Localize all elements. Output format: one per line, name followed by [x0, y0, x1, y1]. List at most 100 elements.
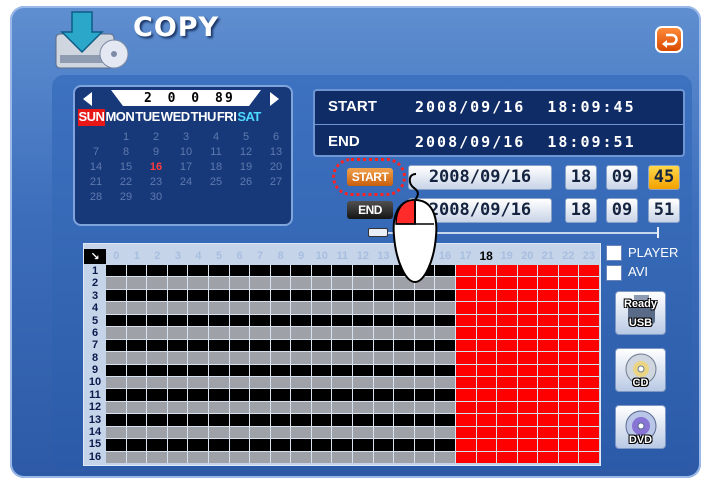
hour-label[interactable]: 2 [147, 249, 168, 264]
grid-cell[interactable] [414, 426, 435, 439]
grid-cell[interactable] [394, 401, 414, 414]
grid-cell[interactable] [167, 289, 188, 302]
grid-cell[interactable] [394, 302, 414, 314]
grid-cell[interactable] [394, 327, 414, 339]
grid-cell[interactable] [558, 401, 579, 414]
grid-cell[interactable] [311, 439, 332, 451]
hour-label[interactable]: 8 [270, 249, 291, 264]
grid-cell[interactable] [579, 376, 599, 389]
grid-cell[interactable] [291, 265, 311, 277]
grid-cell[interactable] [538, 414, 558, 426]
grid-cell[interactable] [517, 352, 538, 364]
grid-cell[interactable] [291, 289, 311, 302]
grid-cell[interactable] [579, 352, 599, 364]
grid-cell[interactable] [435, 389, 455, 401]
grid-cell[interactable] [579, 439, 599, 451]
grid-cell[interactable] [579, 277, 599, 289]
grid-cell[interactable] [455, 389, 476, 401]
grid-cell[interactable] [497, 265, 517, 277]
channel-label[interactable]: 2 [84, 277, 106, 289]
calendar-day[interactable]: 30 [141, 191, 171, 206]
grid-cell[interactable] [476, 401, 497, 414]
back-button[interactable] [655, 26, 683, 53]
grid-cell[interactable] [476, 414, 497, 426]
grid-cell[interactable] [497, 426, 517, 439]
grid-cell[interactable] [517, 376, 538, 389]
grid-cell[interactable] [476, 327, 497, 339]
grid-cell[interactable] [435, 302, 455, 314]
hour-label[interactable]: 23 [579, 249, 600, 264]
grid-cell[interactable] [373, 401, 394, 414]
grid-cell[interactable] [229, 414, 250, 426]
grid-cell[interactable] [538, 352, 558, 364]
grid-cell[interactable] [208, 376, 229, 389]
grid-cell[interactable] [147, 289, 167, 302]
grid-cell[interactable] [250, 265, 270, 277]
grid-cell[interactable] [332, 439, 352, 451]
grid-cell[interactable] [332, 289, 352, 302]
channel-label[interactable]: 4 [84, 302, 106, 314]
grid-cell[interactable] [497, 339, 517, 352]
grid-cell[interactable] [147, 352, 167, 364]
grid-cell[interactable] [373, 376, 394, 389]
grid-cell[interactable] [558, 339, 579, 352]
grid-cell[interactable] [435, 352, 455, 364]
channel-label[interactable]: 7 [84, 339, 106, 351]
grid-cell[interactable] [229, 339, 250, 352]
grid-cell[interactable] [188, 352, 208, 364]
grid-cell[interactable] [291, 389, 311, 401]
grid-cell[interactable] [517, 314, 538, 327]
grid-cell[interactable] [373, 352, 394, 364]
grid-cell[interactable] [414, 339, 435, 352]
channel-label[interactable]: 10 [84, 376, 106, 388]
hour-label[interactable]: 3 [168, 249, 189, 264]
grid-cell[interactable] [188, 401, 208, 414]
grid-cell[interactable] [188, 302, 208, 314]
grid-cell[interactable] [229, 389, 250, 401]
grid-cell[interactable] [476, 302, 497, 314]
calendar-day[interactable]: 10 [171, 146, 201, 161]
grid-cell[interactable] [332, 389, 352, 401]
grid-cell[interactable] [497, 451, 517, 463]
grid-cell[interactable] [291, 277, 311, 289]
grid-cell[interactable] [250, 339, 270, 352]
grid-cell[interactable] [373, 364, 394, 376]
grid-cell[interactable] [208, 327, 229, 339]
grid-cell[interactable] [414, 352, 435, 364]
grid-cell[interactable] [414, 289, 435, 302]
grid-cell[interactable] [229, 352, 250, 364]
grid-cell[interactable] [270, 401, 291, 414]
grid-cell[interactable] [106, 364, 126, 376]
grid-cell[interactable] [208, 389, 229, 401]
end-minute-field[interactable]: 09 [606, 198, 638, 223]
grid-cell[interactable] [147, 451, 167, 463]
grid-cell[interactable] [311, 302, 332, 314]
grid-cell[interactable] [188, 389, 208, 401]
grid-cell[interactable] [188, 451, 208, 463]
channel-label[interactable]: 16 [84, 451, 106, 463]
grid-cell[interactable] [414, 451, 435, 463]
grid-cell[interactable] [126, 327, 147, 339]
grid-cell[interactable] [414, 401, 435, 414]
grid-cell[interactable] [538, 277, 558, 289]
calendar-day[interactable]: 21 [81, 176, 111, 191]
grid-cell[interactable] [579, 302, 599, 314]
grid-cell[interactable] [538, 389, 558, 401]
channel-label[interactable]: 14 [84, 426, 106, 438]
grid-cell[interactable] [373, 426, 394, 439]
usb-device-button[interactable]: Ready USB [615, 291, 666, 335]
grid-cell[interactable] [538, 451, 558, 463]
grid-cell[interactable] [188, 327, 208, 339]
grid-cell[interactable] [517, 327, 538, 339]
grid-cell[interactable] [229, 439, 250, 451]
grid-cell[interactable] [497, 439, 517, 451]
grid-cell[interactable] [167, 339, 188, 352]
calendar-day[interactable]: 23 [141, 176, 171, 191]
grid-cell[interactable] [435, 289, 455, 302]
grid-cell[interactable] [476, 389, 497, 401]
grid-cell[interactable] [476, 277, 497, 289]
hour-label[interactable]: 11 [332, 249, 353, 264]
grid-cell[interactable] [167, 451, 188, 463]
hour-label[interactable]: 12 [353, 249, 374, 264]
next-month-icon[interactable] [270, 92, 279, 106]
